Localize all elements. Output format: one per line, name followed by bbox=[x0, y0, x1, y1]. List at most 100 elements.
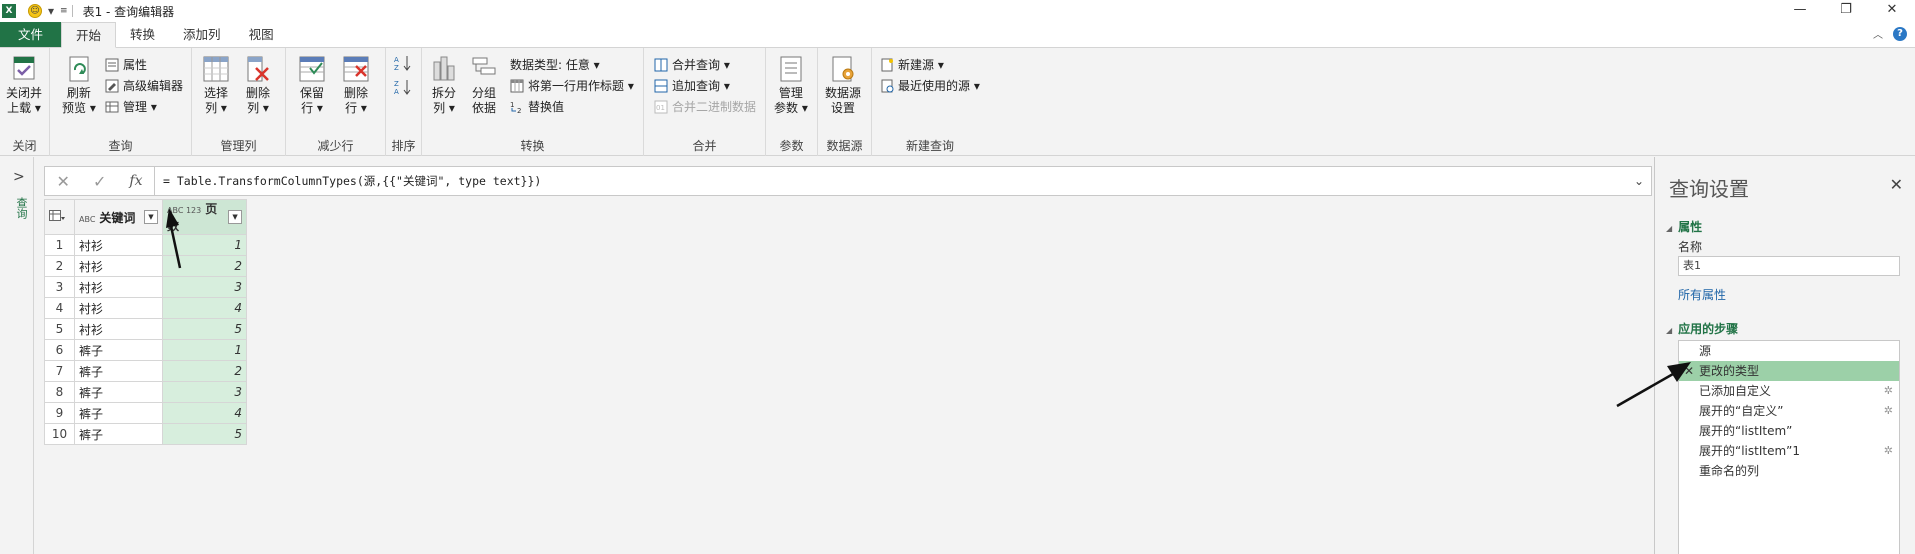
applied-steps-section-header[interactable]: ◢ 应用的步骤 bbox=[1666, 320, 1738, 337]
cell-pages[interactable]: 2 bbox=[162, 360, 247, 382]
cell-pages[interactable]: 2 bbox=[162, 255, 247, 277]
close-window-button[interactable]: ✕ bbox=[1869, 0, 1915, 22]
row-number[interactable]: 9 bbox=[44, 402, 75, 424]
row-number[interactable]: 2 bbox=[44, 255, 75, 277]
step-item-selected[interactable]: ✕ 更改的类型 bbox=[1679, 361, 1899, 381]
delete-step-icon[interactable]: ✕ bbox=[1684, 361, 1694, 381]
minimize-button[interactable]: — bbox=[1777, 0, 1823, 22]
step-settings-gear-icon[interactable]: ✲ bbox=[1884, 401, 1893, 421]
query-name-input[interactable]: 表1 bbox=[1678, 256, 1900, 276]
cell-keyword[interactable]: 裤子 bbox=[74, 381, 163, 403]
cancel-formula-icon[interactable]: ✕ bbox=[57, 172, 70, 191]
customize-qa-icon[interactable]: ≡ bbox=[60, 6, 68, 16]
choose-columns-button[interactable]: 选择 列 ▾ bbox=[202, 54, 230, 116]
cell-pages[interactable]: 4 bbox=[162, 402, 247, 424]
table-menu-button[interactable] bbox=[44, 199, 75, 235]
step-item[interactable]: 已添加自定义 ✲ bbox=[1679, 381, 1899, 401]
expand-queries-pane-icon[interactable]: > bbox=[13, 169, 25, 185]
tab-home[interactable]: 开始 bbox=[61, 22, 117, 48]
use-first-row-as-headers-button[interactable]: 将第一行用作标题 ▾ bbox=[510, 77, 634, 94]
keep-rows-button[interactable]: 保留 行 ▾ bbox=[298, 54, 326, 116]
column-header-pages[interactable]: ABC 123 页数 ▼ bbox=[162, 199, 247, 235]
recent-sources-button[interactable]: 最近使用的源 ▾ bbox=[880, 77, 980, 94]
row-number[interactable]: 1 bbox=[44, 234, 75, 256]
tab-add-column[interactable]: 添加列 bbox=[169, 22, 235, 47]
sort-descending-icon[interactable]: ZA bbox=[394, 78, 412, 96]
step-item[interactable]: 展开的“listItem” bbox=[1679, 421, 1899, 441]
collapse-steps-icon[interactable]: ◢ bbox=[1666, 326, 1672, 335]
properties-button[interactable]: 属性 bbox=[105, 56, 147, 73]
combine-binaries-button[interactable]: 01 合并二进制数据 bbox=[654, 98, 756, 115]
step-settings-gear-icon[interactable]: ✲ bbox=[1884, 441, 1893, 461]
commit-formula-icon[interactable]: ✓ bbox=[93, 172, 106, 191]
cell-keyword[interactable]: 裤子 bbox=[74, 402, 163, 424]
collapse-properties-icon[interactable]: ◢ bbox=[1666, 224, 1672, 233]
collapse-ribbon-icon[interactable]: ︿ bbox=[1873, 26, 1883, 41]
group-by-button[interactable]: 分组 依据 bbox=[470, 54, 498, 116]
row-number[interactable]: 5 bbox=[44, 318, 75, 340]
manage-button[interactable]: 管理 ▾ bbox=[105, 98, 157, 115]
refresh-preview-button[interactable]: 刷新 预览 ▾ bbox=[62, 54, 96, 116]
cell-keyword[interactable]: 衬衫 bbox=[74, 276, 163, 298]
step-item[interactable]: 源 bbox=[1679, 341, 1899, 361]
sort-ascending-icon[interactable]: AZ bbox=[394, 54, 412, 72]
replace-values-button[interactable]: 12 替换值 bbox=[510, 98, 564, 115]
cell-pages[interactable]: 5 bbox=[162, 423, 247, 445]
cell-pages[interactable]: 4 bbox=[162, 297, 247, 319]
cell-pages[interactable]: 3 bbox=[162, 276, 247, 298]
tab-view[interactable]: 视图 bbox=[235, 22, 288, 47]
close-and-load-button[interactable]: 关闭并 上载 ▾ bbox=[6, 54, 42, 116]
cell-pages[interactable]: 3 bbox=[162, 381, 247, 403]
queries-pane-label[interactable]: 查询 bbox=[13, 197, 29, 219]
step-settings-gear-icon[interactable]: ✲ bbox=[1884, 381, 1893, 401]
cell-keyword[interactable]: 衬衫 bbox=[74, 234, 163, 256]
append-queries-button[interactable]: 追加查询 ▾ bbox=[654, 77, 730, 94]
step-item[interactable]: 重命名的列 bbox=[1679, 461, 1899, 481]
step-item[interactable]: 展开的“自定义” ✲ bbox=[1679, 401, 1899, 421]
any-type-icon[interactable]: ABC 123 bbox=[167, 206, 201, 215]
fx-icon[interactable]: fx bbox=[129, 173, 142, 189]
tab-file[interactable]: 文件 bbox=[0, 22, 62, 47]
new-source-button[interactable]: 新建源 ▾ bbox=[880, 56, 944, 73]
row-number[interactable]: 7 bbox=[44, 360, 75, 382]
text-type-icon[interactable]: ABC bbox=[79, 215, 95, 224]
cell-keyword[interactable]: 衬衫 bbox=[74, 318, 163, 340]
properties-section-header[interactable]: ◢ 属性 bbox=[1666, 218, 1702, 235]
split-column-button[interactable]: 拆分 列 ▾ bbox=[430, 54, 458, 116]
merge-queries-button[interactable]: 合并查询 ▾ bbox=[654, 56, 730, 73]
manage-parameters-button[interactable]: 管理 参数 ▾ bbox=[774, 54, 808, 116]
new-source-label: 新建源 ▾ bbox=[898, 58, 944, 72]
cell-keyword[interactable]: 衬衫 bbox=[74, 297, 163, 319]
row-number[interactable]: 3 bbox=[44, 276, 75, 298]
expand-formula-icon[interactable]: ⌄ bbox=[1627, 174, 1651, 188]
cell-pages[interactable]: 1 bbox=[162, 339, 247, 361]
remove-rows-button[interactable]: 删除 行 ▾ bbox=[342, 54, 370, 116]
smiley-feedback-icon[interactable]: ☺ bbox=[28, 4, 42, 18]
cell-keyword[interactable]: 衬衫 bbox=[74, 255, 163, 277]
restore-button[interactable]: ❐ bbox=[1823, 0, 1869, 22]
row-number[interactable]: 10 bbox=[44, 423, 75, 445]
data-source-settings-button[interactable]: 数据源 设置 bbox=[825, 54, 861, 116]
tab-transform[interactable]: 转换 bbox=[116, 22, 169, 47]
step-item[interactable]: 展开的“listItem”1 ✲ bbox=[1679, 441, 1899, 461]
cell-pages[interactable]: 5 bbox=[162, 318, 247, 340]
remove-columns-button[interactable]: 删除 列 ▾ bbox=[244, 54, 272, 116]
column-header-keyword[interactable]: ABC 关键词 ▼ bbox=[74, 199, 163, 235]
row-number[interactable]: 6 bbox=[44, 339, 75, 361]
column-filter-pages-icon[interactable]: ▼ bbox=[228, 210, 242, 224]
title-separator bbox=[71, 5, 73, 17]
close-settings-icon[interactable]: ✕ bbox=[1890, 175, 1903, 194]
row-number[interactable]: 8 bbox=[44, 381, 75, 403]
cell-keyword[interactable]: 裤子 bbox=[74, 339, 163, 361]
column-filter-keyword-icon[interactable]: ▼ bbox=[144, 210, 158, 224]
quick-access-caret[interactable]: ▾ bbox=[48, 4, 54, 18]
cell-keyword[interactable]: 裤子 bbox=[74, 423, 163, 445]
row-number[interactable]: 4 bbox=[44, 297, 75, 319]
all-properties-link[interactable]: 所有属性 bbox=[1678, 286, 1726, 303]
help-icon[interactable]: ? bbox=[1893, 26, 1907, 41]
formula-input[interactable]: = Table.TransformColumnTypes(源,{{"关键词", … bbox=[163, 173, 1627, 189]
data-type-dropdown[interactable]: 数据类型: 任意 ▾ bbox=[510, 56, 600, 73]
cell-pages[interactable]: 1 bbox=[162, 234, 247, 256]
cell-keyword[interactable]: 裤子 bbox=[74, 360, 163, 382]
advanced-editor-button[interactable]: 高级编辑器 bbox=[105, 77, 183, 94]
